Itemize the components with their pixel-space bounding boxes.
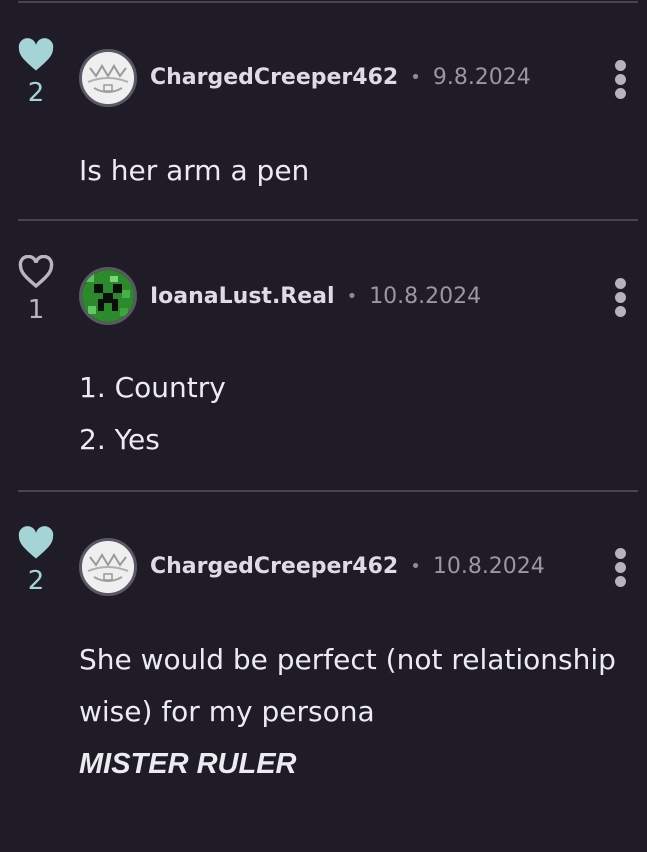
like-count: 2 <box>27 566 45 596</box>
more-options-button[interactable] <box>606 548 634 588</box>
comment-body: 1. Country 2. Yes <box>79 362 635 466</box>
divider <box>18 1 638 3</box>
comment-thread: 2 ChargedCreeper462 • 9.8.2024 Is her ar… <box>0 0 647 852</box>
comment-emphasis-text: MISTER RULER <box>79 748 297 780</box>
username[interactable]: ChargedCreeper462 <box>150 554 398 579</box>
comment-text: 1. Country <box>79 371 226 404</box>
like-button[interactable]: 2 <box>15 526 57 596</box>
separator: • <box>410 555 421 577</box>
like-count: 2 <box>27 78 45 108</box>
more-vertical-icon <box>614 548 626 559</box>
like-button[interactable]: 1 <box>15 255 57 325</box>
divider <box>18 219 638 221</box>
username[interactable]: IoanaLust.Real <box>150 284 335 309</box>
comment-text: Is her arm a pen <box>79 154 310 187</box>
username[interactable]: ChargedCreeper462 <box>150 65 398 90</box>
comment-meta: ChargedCreeper462 • 10.8.2024 <box>150 551 545 581</box>
avatar[interactable] <box>79 267 137 325</box>
heart-icon <box>18 526 54 559</box>
creeper-face-avatar-icon <box>82 270 134 322</box>
like-count: 1 <box>27 295 45 325</box>
comment-meta: IoanaLust.Real • 10.8.2024 <box>150 281 481 311</box>
comment-body: She would be perfect (not relationship w… <box>79 634 635 790</box>
separator: • <box>346 285 358 307</box>
comment-date: 9.8.2024 <box>432 64 531 90</box>
divider <box>18 490 638 492</box>
more-vertical-icon <box>614 60 626 71</box>
white-pattern-avatar-icon <box>82 52 134 104</box>
like-button[interactable]: 2 <box>15 38 57 108</box>
more-options-button[interactable] <box>606 278 634 318</box>
comment-text: 2. Yes <box>79 423 160 456</box>
separator: • <box>410 66 421 88</box>
comment-text: She would be perfect (not relationship w… <box>79 643 616 728</box>
heart-icon <box>18 38 54 71</box>
more-options-button[interactable] <box>606 60 634 100</box>
heart-outline-icon <box>18 255 54 289</box>
more-vertical-icon <box>614 278 626 289</box>
comment-date: 10.8.2024 <box>369 283 482 309</box>
avatar[interactable] <box>79 49 137 107</box>
comment-meta: ChargedCreeper462 • 9.8.2024 <box>150 62 531 92</box>
white-pattern-avatar-icon <box>82 541 134 593</box>
comment-date: 10.8.2024 <box>432 553 545 579</box>
comment-body: Is her arm a pen <box>79 145 635 197</box>
avatar[interactable] <box>79 538 137 596</box>
